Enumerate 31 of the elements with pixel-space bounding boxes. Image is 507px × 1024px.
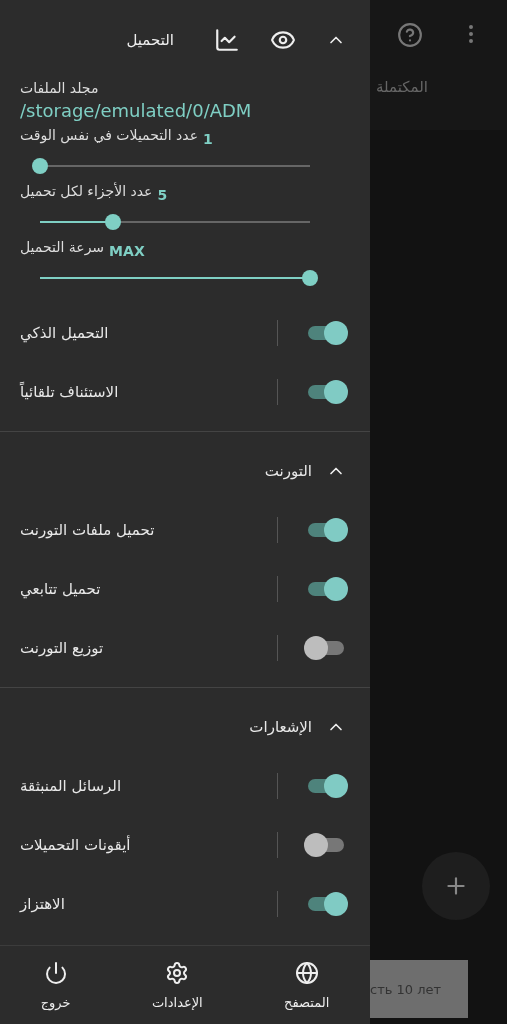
- setting-label: توزيع التورنت: [20, 638, 105, 657]
- snackbar: сть 10 лет: [370, 960, 468, 1018]
- folder-path[interactable]: /storage/emulated/0/ADM: [20, 100, 252, 121]
- section-title: التورنت: [264, 462, 312, 480]
- setting-label: تحميل تتابعي: [20, 579, 102, 598]
- power-icon: [43, 960, 68, 985]
- folder-label: مجلد الملفات: [20, 80, 99, 96]
- nav-button[interactable]: الإعدادات: [141, 956, 213, 1014]
- help-icon[interactable]: [397, 22, 423, 48]
- setting-label: أيقونات التحميلات: [20, 835, 132, 854]
- chart-icon[interactable]: [214, 27, 240, 53]
- slider-thumb[interactable]: [32, 158, 48, 174]
- slider-label: عدد التحميلات في نفس الوقت: [20, 127, 199, 143]
- setting-label: الاستئناف تلقائياً: [20, 382, 120, 401]
- section-title: الإشعارات: [249, 718, 312, 736]
- setting-label: التحميل الذكي: [20, 323, 110, 342]
- slider-value: MAX: [109, 243, 145, 259]
- nav-button[interactable]: خروج: [30, 956, 81, 1014]
- nav-button[interactable]: المتصفح: [274, 956, 340, 1014]
- globe-icon: [294, 960, 319, 985]
- slider-label: سرعة التحميل: [20, 239, 105, 255]
- slider-label: عدد الأجزاء لكل تحميل: [20, 183, 153, 199]
- setting-label: الرسائل المنبثقة: [20, 776, 123, 795]
- gear-icon: [165, 960, 190, 985]
- slider-value: 1: [203, 131, 213, 147]
- slider-value: 5: [157, 187, 168, 203]
- slider-thumb[interactable]: [104, 214, 121, 230]
- drawer-title: التحميل: [126, 31, 174, 49]
- setting-label: تحميل ملفات التورنت: [20, 520, 156, 539]
- setting-label: الاهتزاز: [20, 894, 66, 913]
- slider-thumb[interactable]: [302, 270, 318, 286]
